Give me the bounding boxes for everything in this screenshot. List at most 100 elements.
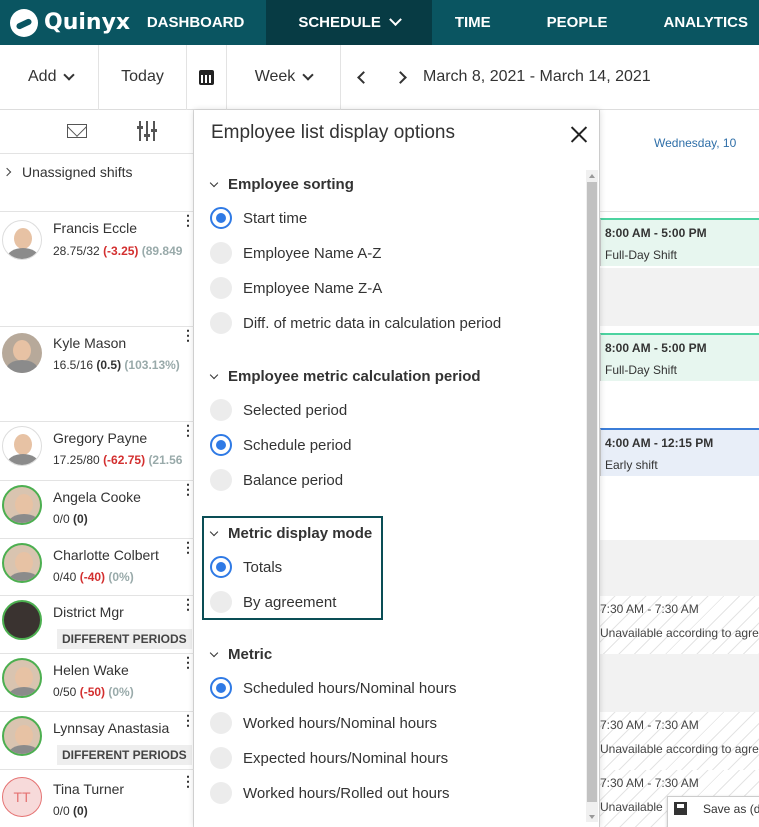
previous-week-icon[interactable] xyxy=(357,70,370,84)
nav-time[interactable]: TIME xyxy=(444,0,502,45)
shift-name: Early shift xyxy=(605,458,658,472)
radio-start-time[interactable]: Start time xyxy=(210,207,307,229)
employee-metric: 0/0 (0) xyxy=(53,512,88,526)
scroll-up-icon[interactable] xyxy=(589,174,595,178)
shift-card[interactable]: 8:00 AM - 5:00 PM Full-Day Shift xyxy=(600,218,759,266)
employee-name: Tina Turner xyxy=(53,781,125,797)
avatar xyxy=(2,426,42,466)
more-icon[interactable]: ⋮ xyxy=(181,774,195,788)
add-label: Add xyxy=(28,68,57,85)
section-metric-period[interactable]: Employee metric calculation period xyxy=(209,368,481,385)
radio-selected-period[interactable]: Selected period xyxy=(210,399,347,421)
employee-name: Francis Eccle xyxy=(53,220,138,236)
employee-metric: 16.5/16 (0.5) (103.13%) xyxy=(53,358,180,372)
option-label: Worked hours/Nominal hours xyxy=(243,714,437,732)
radio-name-z-a[interactable]: Employee Name Z-A xyxy=(210,277,382,299)
calendar-button[interactable] xyxy=(187,44,227,110)
employee-row[interactable]: Charlotte Colbert ⋮ 0/40 (-40) (0%) xyxy=(0,539,195,596)
next-week-icon[interactable] xyxy=(394,70,407,84)
unavailable-text: Unavailable according to agre xyxy=(600,626,759,640)
employee-row[interactable]: Lynnsay Anastasia ⋮ DIFFERENT PERIODS xyxy=(0,712,195,770)
option-label: Employee Name A-Z xyxy=(243,244,382,262)
employee-row[interactable]: Angela Cooke ⋮ 0/0 (0) xyxy=(0,481,195,539)
unavailable-block[interactable]: 7:30 AM - 7:30 AM Unavailable according … xyxy=(600,712,759,770)
scroll-thumb[interactable] xyxy=(587,182,597,802)
employee-row[interactable]: Kyle Mason ⋮ 16.5/16 (0.5) (103.13%) xyxy=(0,327,195,422)
radio-totals[interactable]: Totals xyxy=(210,556,282,578)
radio-balance-period[interactable]: Balance period xyxy=(210,469,343,491)
radio-expected-nominal[interactable]: Expected hours/Nominal hours xyxy=(210,747,448,769)
more-icon[interactable]: ⋮ xyxy=(181,423,195,437)
unassigned-shifts-row[interactable]: Unassigned shifts xyxy=(0,154,193,212)
add-button[interactable]: Add xyxy=(0,44,99,110)
radio-scheduled-nominal[interactable]: Scheduled hours/Nominal hours xyxy=(210,677,456,699)
nav-people[interactable]: PEOPLE xyxy=(536,0,619,45)
employee-metric: 17.25/80 (-62.75) (21.56 xyxy=(53,453,183,467)
nav-schedule[interactable]: SCHEDULE xyxy=(266,0,432,45)
avatar xyxy=(2,220,42,260)
employee-metric: 0/50 (-50) (0%) xyxy=(53,685,134,699)
avatar xyxy=(2,485,42,525)
shift-card[interactable]: 8:00 AM - 5:00 PM Full-Day Shift xyxy=(600,333,759,381)
schedule-toolbar: Add Today Week March 8, 2021 - March 14,… xyxy=(0,44,759,110)
section-metric-display-mode[interactable]: Metric display mode xyxy=(209,525,372,542)
radio-schedule-period[interactable]: Schedule period xyxy=(210,434,351,456)
chevron-down-icon xyxy=(302,69,314,81)
radio-icon[interactable] xyxy=(210,782,232,804)
radio-icon[interactable] xyxy=(210,242,232,264)
employee-row[interactable]: Gregory Payne ⋮ 17.25/80 (-62.75) (21.56 xyxy=(0,422,195,481)
employee-row[interactable]: District Mgr ⋮ DIFFERENT PERIODS xyxy=(0,596,195,654)
radio-by-agreement[interactable]: By agreement xyxy=(210,591,336,613)
dialog-scrollbar[interactable] xyxy=(586,170,598,822)
shift-card[interactable]: 4:00 AM - 12:15 PM Early shift xyxy=(600,428,759,476)
section-metric[interactable]: Metric xyxy=(209,646,272,663)
day-header[interactable]: Wednesday, 10 xyxy=(654,136,736,150)
radio-selected-icon[interactable] xyxy=(210,677,232,699)
close-icon[interactable] xyxy=(570,125,588,143)
employee-row[interactable]: Francis Eccle ⋮ 28.75/32 (-3.25) (89.849 xyxy=(0,212,195,327)
context-menu[interactable]: Save as (di xyxy=(667,796,759,827)
nav-schedule-label: SCHEDULE xyxy=(298,14,381,31)
radio-icon[interactable] xyxy=(210,399,232,421)
different-periods-badge: DIFFERENT PERIODS xyxy=(57,745,192,765)
radio-icon[interactable] xyxy=(210,312,232,334)
radio-icon[interactable] xyxy=(210,469,232,491)
radio-icon[interactable] xyxy=(210,591,232,613)
section-employee-sorting[interactable]: Employee sorting xyxy=(209,176,354,193)
radio-worked-nominal[interactable]: Worked hours/Nominal hours xyxy=(210,712,437,734)
unavailable-block[interactable]: 7:30 AM - 7:30 AM Unavailable according … xyxy=(600,596,759,654)
radio-name-a-z[interactable]: Employee Name A-Z xyxy=(210,242,381,264)
radio-diff-metric[interactable]: Diff. of metric data in calculation peri… xyxy=(210,312,501,334)
view-select[interactable]: Week xyxy=(227,44,341,110)
more-icon[interactable]: ⋮ xyxy=(181,482,195,496)
radio-selected-icon[interactable] xyxy=(210,434,232,456)
radio-worked-rolled-out[interactable]: Worked hours/Rolled out hours xyxy=(210,782,450,804)
employee-row[interactable]: Helen Wake ⋮ 0/50 (-50) (0%) xyxy=(0,654,195,712)
unassigned-band xyxy=(600,154,759,212)
radio-selected-icon[interactable] xyxy=(210,207,232,229)
more-icon[interactable]: ⋮ xyxy=(181,655,195,669)
more-icon[interactable]: ⋮ xyxy=(181,328,195,342)
scroll-down-icon[interactable] xyxy=(589,815,595,819)
radio-icon[interactable] xyxy=(210,712,232,734)
save-as-menu-item[interactable]: Save as (di xyxy=(703,802,759,816)
chevron-right-icon xyxy=(2,167,12,177)
quinyx-logo[interactable]: Quinyx xyxy=(0,0,136,45)
more-icon[interactable]: ⋮ xyxy=(181,213,195,227)
mail-icon[interactable] xyxy=(67,124,87,138)
display-options-icon[interactable] xyxy=(137,121,157,141)
radio-icon[interactable] xyxy=(210,277,232,299)
more-icon[interactable]: ⋮ xyxy=(181,713,195,727)
nav-dashboard[interactable]: DASHBOARD xyxy=(136,0,256,45)
more-icon[interactable]: ⋮ xyxy=(181,597,195,611)
radio-icon[interactable] xyxy=(210,747,232,769)
nav-analytics[interactable]: ANALYTICS xyxy=(653,0,759,45)
employee-name: Gregory Payne xyxy=(53,430,148,446)
different-periods-badge: DIFFERENT PERIODS xyxy=(57,629,192,649)
top-nav: Quinyx DASHBOARD SCHEDULE TIME PEOPLE AN… xyxy=(0,0,759,45)
employee-row[interactable]: TT Tina Turner ⋮ 0/0 (0) xyxy=(0,770,195,827)
radio-selected-icon[interactable] xyxy=(210,556,232,578)
today-button[interactable]: Today xyxy=(99,44,187,110)
more-icon[interactable]: ⋮ xyxy=(181,540,195,554)
employee-name: Angela Cooke xyxy=(53,489,141,505)
